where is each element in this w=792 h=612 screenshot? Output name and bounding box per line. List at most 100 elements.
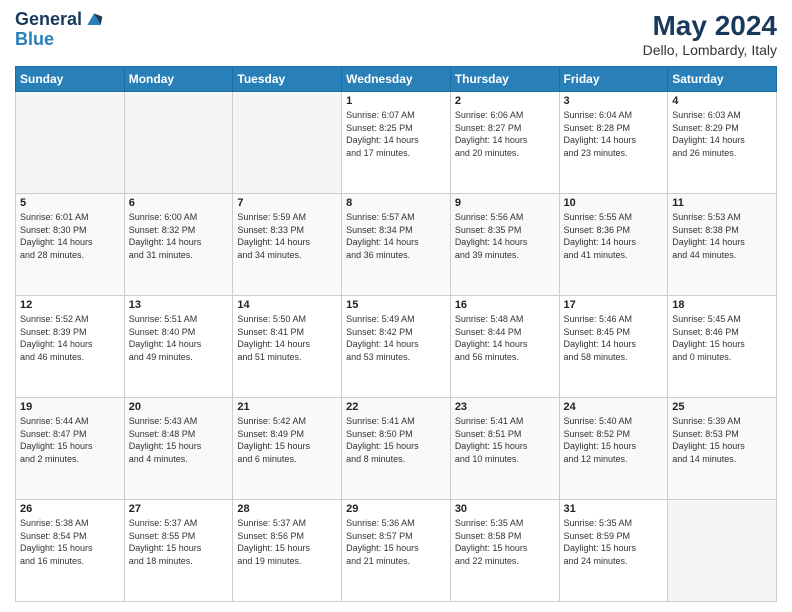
day-info: Sunrise: 5:42 AM Sunset: 8:49 PM Dayligh… xyxy=(237,415,337,465)
day-number: 4 xyxy=(672,95,772,107)
calendar-cell: 5 Sunrise: 6:01 AM Sunset: 8:30 PM Daylig… xyxy=(16,194,125,296)
col-wednesday: Wednesday xyxy=(342,67,451,92)
day-number: 18 xyxy=(672,299,772,311)
calendar-cell: 17 Sunrise: 5:46 AM Sunset: 8:45 PM Dayli… xyxy=(559,296,668,398)
location-subtitle: Dello, Lombardy, Italy xyxy=(643,42,777,58)
calendar-cell: 2 Sunrise: 6:06 AM Sunset: 8:27 PM Daylig… xyxy=(450,92,559,194)
calendar-cell: 30 Sunrise: 5:35 AM Sunset: 8:58 PM Dayli… xyxy=(450,500,559,602)
day-info: Sunrise: 5:50 AM Sunset: 8:41 PM Dayligh… xyxy=(237,313,337,363)
calendar-cell: 15 Sunrise: 5:49 AM Sunset: 8:42 PM Dayli… xyxy=(342,296,451,398)
calendar-cell: 18Sunrise: 5:45 AM Sunset: 8:46 PM Dayli… xyxy=(668,296,777,398)
calendar-cell: 31 Sunrise: 5:35 AM Sunset: 8:59 PM Dayli… xyxy=(559,500,668,602)
day-info: Sunrise: 5:55 AM Sunset: 8:36 PM Dayligh… xyxy=(564,211,664,261)
day-info: Sunrise: 5:40 AM Sunset: 8:52 PM Dayligh… xyxy=(564,415,664,465)
day-number: 24 xyxy=(564,401,664,413)
calendar-week-1: 1Sunrise: 6:07 AM Sunset: 8:25 PM Daylig… xyxy=(16,92,777,194)
calendar-cell: 21 Sunrise: 5:42 AM Sunset: 8:49 PM Dayli… xyxy=(233,398,342,500)
calendar-cell: 24 Sunrise: 5:40 AM Sunset: 8:52 PM Dayli… xyxy=(559,398,668,500)
day-info: Sunrise: 5:46 AM Sunset: 8:45 PM Dayligh… xyxy=(564,313,664,363)
day-number: 16 xyxy=(455,299,555,311)
calendar-cell: 20Sunrise: 5:43 AM Sunset: 8:48 PM Dayli… xyxy=(124,398,233,500)
calendar-cell xyxy=(668,500,777,602)
calendar-cell: 11 Sunrise: 5:53 AM Sunset: 8:38 PM Dayli… xyxy=(668,194,777,296)
calendar-cell: 19Sunrise: 5:44 AM Sunset: 8:47 PM Dayli… xyxy=(16,398,125,500)
day-number: 5 xyxy=(20,197,120,209)
day-number: 30 xyxy=(455,503,555,515)
day-number: 27 xyxy=(129,503,229,515)
logo-icon xyxy=(84,10,104,30)
day-number: 19 xyxy=(20,401,120,413)
day-info: Sunrise: 5:57 AM Sunset: 8:34 PM Dayligh… xyxy=(346,211,446,261)
day-info: Sunrise: 5:53 AM Sunset: 8:38 PM Dayligh… xyxy=(672,211,772,261)
day-info: Sunrise: 5:43 AM Sunset: 8:48 PM Dayligh… xyxy=(129,415,229,465)
calendar-cell: 1Sunrise: 6:07 AM Sunset: 8:25 PM Daylig… xyxy=(342,92,451,194)
day-number: 28 xyxy=(237,503,337,515)
page: General Blue May 2024 Dello, Lombardy, I… xyxy=(0,0,792,612)
day-info: Sunrise: 5:37 AM Sunset: 8:56 PM Dayligh… xyxy=(237,517,337,567)
day-info: Sunrise: 5:51 AM Sunset: 8:40 PM Dayligh… xyxy=(129,313,229,363)
calendar-week-4: 19Sunrise: 5:44 AM Sunset: 8:47 PM Dayli… xyxy=(16,398,777,500)
day-number: 9 xyxy=(455,197,555,209)
calendar-cell: 4Sunrise: 6:03 AM Sunset: 8:29 PM Daylig… xyxy=(668,92,777,194)
day-info: Sunrise: 5:48 AM Sunset: 8:44 PM Dayligh… xyxy=(455,313,555,363)
header: General Blue May 2024 Dello, Lombardy, I… xyxy=(15,10,777,58)
calendar-cell: 13Sunrise: 5:51 AM Sunset: 8:40 PM Dayli… xyxy=(124,296,233,398)
calendar-cell: 7 Sunrise: 5:59 AM Sunset: 8:33 PM Daylig… xyxy=(233,194,342,296)
day-number: 10 xyxy=(564,197,664,209)
day-number: 8 xyxy=(346,197,446,209)
day-number: 31 xyxy=(564,503,664,515)
day-info: Sunrise: 5:39 AM Sunset: 8:53 PM Dayligh… xyxy=(672,415,772,465)
day-number: 6 xyxy=(129,197,229,209)
calendar-cell: 27 Sunrise: 5:37 AM Sunset: 8:55 PM Dayli… xyxy=(124,500,233,602)
day-number: 23 xyxy=(455,401,555,413)
day-info: Sunrise: 6:04 AM Sunset: 8:28 PM Dayligh… xyxy=(564,109,664,159)
calendar-week-5: 26Sunrise: 5:38 AM Sunset: 8:54 PM Dayli… xyxy=(16,500,777,602)
day-number: 22 xyxy=(346,401,446,413)
day-info: Sunrise: 5:41 AM Sunset: 8:50 PM Dayligh… xyxy=(346,415,446,465)
calendar-cell xyxy=(124,92,233,194)
day-info: Sunrise: 5:49 AM Sunset: 8:42 PM Dayligh… xyxy=(346,313,446,363)
day-info: Sunrise: 5:35 AM Sunset: 8:59 PM Dayligh… xyxy=(564,517,664,567)
calendar-cell: 16 Sunrise: 5:48 AM Sunset: 8:44 PM Dayli… xyxy=(450,296,559,398)
day-info: Sunrise: 5:37 AM Sunset: 8:55 PM Dayligh… xyxy=(129,517,229,567)
day-number: 7 xyxy=(237,197,337,209)
day-number: 15 xyxy=(346,299,446,311)
day-number: 3 xyxy=(564,95,664,107)
day-number: 17 xyxy=(564,299,664,311)
calendar-week-2: 5 Sunrise: 6:01 AM Sunset: 8:30 PM Daylig… xyxy=(16,194,777,296)
calendar-cell xyxy=(233,92,342,194)
col-sunday: Sunday xyxy=(16,67,125,92)
day-number: 12 xyxy=(20,299,120,311)
day-info: Sunrise: 5:41 AM Sunset: 8:51 PM Dayligh… xyxy=(455,415,555,465)
calendar-cell: 29Sunrise: 5:36 AM Sunset: 8:57 PM Dayli… xyxy=(342,500,451,602)
day-number: 2 xyxy=(455,95,555,107)
calendar-table: Sunday Monday Tuesday Wednesday Thursday… xyxy=(15,66,777,602)
day-number: 21 xyxy=(237,401,337,413)
calendar-cell xyxy=(16,92,125,194)
logo-blue: Blue xyxy=(15,30,104,50)
calendar-cell: 3 Sunrise: 6:04 AM Sunset: 8:28 PM Daylig… xyxy=(559,92,668,194)
calendar-week-3: 12 Sunrise: 5:52 AM Sunset: 8:39 PM Dayli… xyxy=(16,296,777,398)
day-number: 25 xyxy=(672,401,772,413)
calendar-cell: 23 Sunrise: 5:41 AM Sunset: 8:51 PM Dayli… xyxy=(450,398,559,500)
calendar-cell: 6Sunrise: 6:00 AM Sunset: 8:32 PM Daylig… xyxy=(124,194,233,296)
calendar-header-row: Sunday Monday Tuesday Wednesday Thursday… xyxy=(16,67,777,92)
calendar-cell: 28 Sunrise: 5:37 AM Sunset: 8:56 PM Dayli… xyxy=(233,500,342,602)
day-info: Sunrise: 5:38 AM Sunset: 8:54 PM Dayligh… xyxy=(20,517,120,567)
day-info: Sunrise: 6:06 AM Sunset: 8:27 PM Dayligh… xyxy=(455,109,555,159)
calendar-cell: 26Sunrise: 5:38 AM Sunset: 8:54 PM Dayli… xyxy=(16,500,125,602)
calendar-cell: 25 Sunrise: 5:39 AM Sunset: 8:53 PM Dayli… xyxy=(668,398,777,500)
day-info: Sunrise: 6:07 AM Sunset: 8:25 PM Dayligh… xyxy=(346,109,446,159)
day-info: Sunrise: 5:59 AM Sunset: 8:33 PM Dayligh… xyxy=(237,211,337,261)
day-number: 11 xyxy=(672,197,772,209)
calendar-cell: 22 Sunrise: 5:41 AM Sunset: 8:50 PM Dayli… xyxy=(342,398,451,500)
month-year-title: May 2024 xyxy=(643,10,777,42)
day-info: Sunrise: 6:01 AM Sunset: 8:30 PM Dayligh… xyxy=(20,211,120,261)
day-info: Sunrise: 5:35 AM Sunset: 8:58 PM Dayligh… xyxy=(455,517,555,567)
day-info: Sunrise: 5:52 AM Sunset: 8:39 PM Dayligh… xyxy=(20,313,120,363)
day-number: 29 xyxy=(346,503,446,515)
calendar-cell: 9Sunrise: 5:56 AM Sunset: 8:35 PM Daylig… xyxy=(450,194,559,296)
calendar-cell: 8 Sunrise: 5:57 AM Sunset: 8:34 PM Daylig… xyxy=(342,194,451,296)
day-number: 14 xyxy=(237,299,337,311)
calendar-cell: 12 Sunrise: 5:52 AM Sunset: 8:39 PM Dayli… xyxy=(16,296,125,398)
